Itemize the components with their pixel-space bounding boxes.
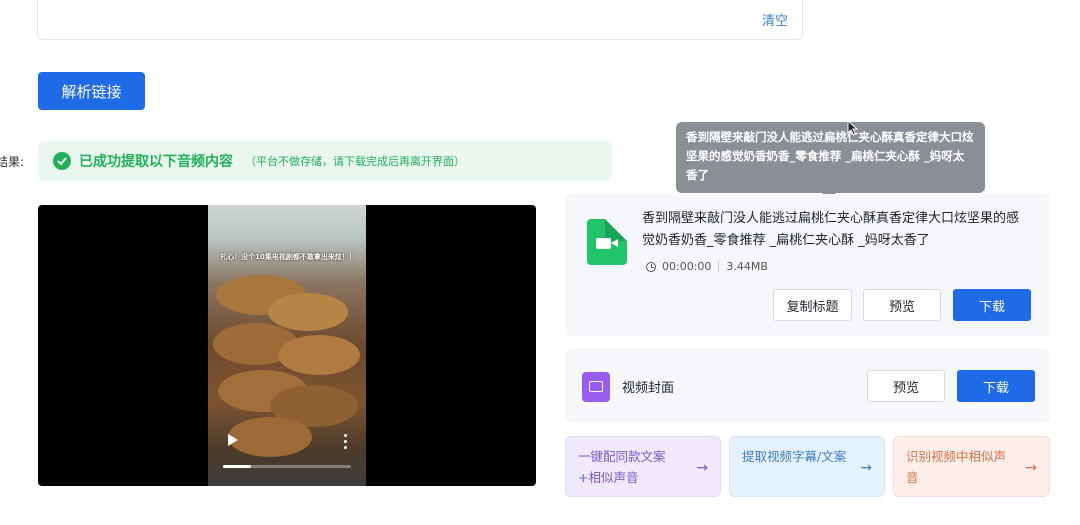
arrow-right-icon: → [1025, 460, 1037, 476]
cover-label: 视频封面 [622, 381, 675, 396]
video-progress[interactable] [223, 465, 351, 468]
feature-identify-voice[interactable]: 识别视频中相似声音 → [893, 436, 1050, 497]
feature-label: 提取视频字幕/文案 [742, 449, 847, 464]
video-item-card: 香到隔壁来敲门没人能逃过扁桃仁夹心酥真香定律大口炫坚果的感觉奶香奶香_零食推荐 … [565, 194, 1050, 336]
video-player[interactable]: 扎心！没个10集电视剧都不敢拿出来炫！！ [38, 205, 536, 486]
parse-link-button[interactable]: 解析链接 [38, 72, 145, 110]
copy-title-button[interactable]: 复制标题 [773, 289, 852, 321]
result-label: 结果: [0, 155, 25, 169]
success-note: （平台不做存储，请下载完成后再离开界面） [245, 155, 465, 168]
check-circle-icon [53, 152, 71, 170]
play-icon[interactable] [228, 434, 238, 446]
success-banner: 已成功提取以下音频内容 （平台不做存储，请下载完成后再离开界面） [38, 141, 612, 181]
video-frame-shape [278, 335, 360, 375]
feature-label: 识别视频中相似声音 [906, 449, 1007, 485]
feature-copy-voice[interactable]: 一键配同款文案+相似声音 → [565, 436, 721, 497]
video-preview-button[interactable]: 预览 [863, 289, 941, 321]
cover-download-button[interactable]: 下载 [957, 370, 1035, 402]
image-icon [582, 372, 610, 402]
clock-icon [646, 261, 656, 272]
title-tooltip: 香到隔壁来敲门没人能逃过扁桃仁夹心酥真香定律大口炫坚果的感觉奶香奶香_零食推荐 … [676, 122, 985, 193]
feature-label: 一键配同款文案+相似声音 [578, 449, 666, 485]
more-icon[interactable] [344, 434, 348, 450]
success-text: 已成功提取以下音频内容 [79, 154, 233, 170]
video-title: 香到隔壁来敲门没人能逃过扁桃仁夹心酥真香定律大口炫坚果的感觉奶香奶香_零食推荐 … [642, 211, 1020, 248]
cover-item-card: 视频封面 预览 下载 [565, 348, 1050, 423]
video-duration: 00:00:00 [662, 260, 712, 273]
clear-button[interactable]: 清空 [762, 10, 788, 29]
video-file-icon [587, 219, 627, 265]
arrow-right-icon: → [696, 460, 708, 476]
video-size: 3.44MB [726, 260, 768, 273]
meta-divider [718, 261, 720, 272]
link-input[interactable]: 清空 [37, 0, 803, 40]
video-download-button[interactable]: 下载 [953, 289, 1031, 321]
video-frame: 扎心！没个10集电视剧都不敢拿出来炫！！ [208, 205, 366, 486]
cover-preview-button[interactable]: 预览 [867, 370, 945, 402]
video-progress-fill [223, 465, 252, 468]
video-frame-shape [268, 293, 348, 331]
video-caption: 扎心！没个10集电视剧都不敢拿出来炫！！ [220, 253, 356, 261]
arrow-right-icon: → [860, 460, 872, 476]
feature-extract-subtitles[interactable]: 提取视频字幕/文案 → [729, 436, 885, 497]
video-meta: 00:00:00 3.44MB [646, 260, 768, 273]
cursor-icon [847, 120, 859, 136]
video-frame-shape [228, 417, 312, 457]
